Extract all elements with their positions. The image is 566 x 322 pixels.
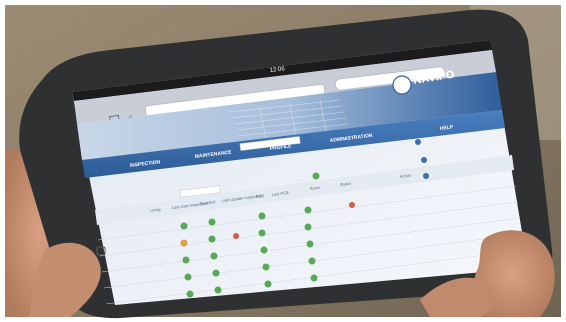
check-status-icon xyxy=(304,206,312,214)
check-status-icon xyxy=(258,212,266,220)
check-status-icon xyxy=(306,240,314,248)
check-status-icon xyxy=(208,218,216,226)
check-status-icon xyxy=(214,286,222,294)
warning-status-icon xyxy=(349,202,355,208)
check-status-icon xyxy=(264,280,272,288)
check-status-icon xyxy=(184,273,192,281)
action-icon[interactable] xyxy=(421,157,427,163)
warning-status-icon xyxy=(180,239,188,247)
action-icon[interactable] xyxy=(423,173,429,179)
warning-status-icon xyxy=(233,233,239,239)
check-status-icon xyxy=(312,172,320,180)
check-status-icon xyxy=(304,223,312,231)
check-status-icon xyxy=(210,252,218,260)
check-status-icon xyxy=(262,263,270,271)
logo-globe-icon xyxy=(392,75,412,95)
check-status-icon xyxy=(186,290,194,298)
check-status-icon xyxy=(260,246,268,254)
check-status-icon xyxy=(208,235,216,243)
check-status-icon xyxy=(308,257,316,265)
check-status-icon xyxy=(212,269,220,277)
action-icon[interactable] xyxy=(415,139,421,145)
check-status-icon xyxy=(180,222,188,230)
check-status-icon xyxy=(258,229,266,237)
photo-scene: 12:06 + NAVIPO INSPECTION MAINTENANCE PR… xyxy=(0,0,566,322)
check-status-icon xyxy=(310,274,318,282)
check-status-icon xyxy=(182,256,190,264)
filter-button[interactable] xyxy=(302,133,312,142)
th-pcb: PCB xyxy=(256,193,265,199)
